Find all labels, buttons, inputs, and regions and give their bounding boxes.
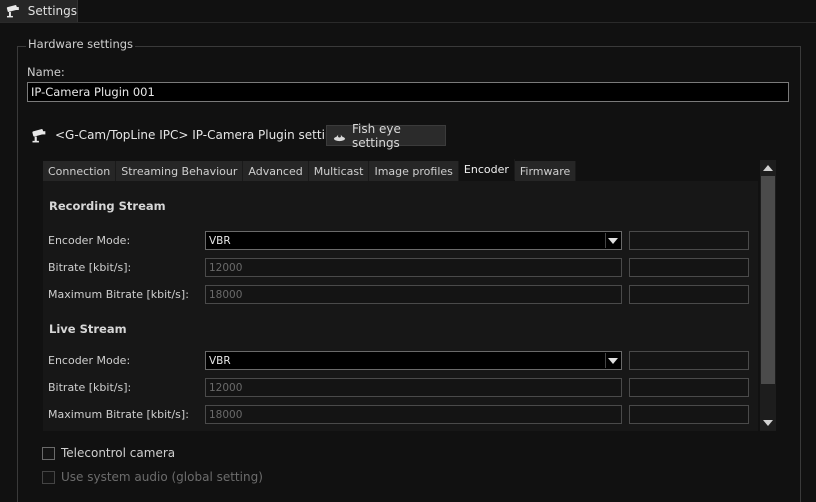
- live-encoder-mode-extra-field[interactable]: [629, 351, 749, 370]
- tab-encoder[interactable]: Encoder: [458, 159, 515, 180]
- recording-bitrate-input[interactable]: 12000: [205, 258, 622, 277]
- name-label: Name:: [27, 65, 65, 79]
- name-input[interactable]: IP-Camera Plugin 001: [27, 82, 789, 102]
- encoder-scrollbar[interactable]: [760, 160, 776, 431]
- fisheye-camera-icon: [333, 134, 346, 141]
- chevron-down-icon: [608, 238, 618, 244]
- live-bitrate-label: Bitrate [kbit/s]:: [48, 381, 132, 394]
- recording-bitrate-label: Bitrate [kbit/s]:: [48, 261, 132, 274]
- live-max-bitrate-label: Maximum Bitrate [kbit/s]:: [48, 408, 189, 421]
- scroll-up-arrow-icon[interactable]: [763, 165, 773, 171]
- live-max-bitrate-input[interactable]: 18000: [205, 405, 622, 424]
- live-encoder-mode-label: Encoder Mode:: [48, 354, 131, 367]
- tab-streaming-behaviour[interactable]: Streaming Behaviour: [116, 161, 244, 181]
- system-audio-option: Use system audio (global setting): [42, 470, 263, 484]
- recording-encoder-mode-label: Encoder Mode:: [48, 234, 131, 247]
- hardware-settings-title: Hardware settings: [26, 37, 136, 51]
- live-max-bitrate-extra-field[interactable]: [629, 405, 749, 424]
- plugin-settings-tab-label: <G-Cam/TopLine IPC> IP-Camera Plugin set…: [55, 128, 347, 142]
- recording-max-bitrate-label: Maximum Bitrate [kbit/s]:: [48, 288, 189, 301]
- fisheye-settings-button[interactable]: Fish eye settings: [326, 122, 446, 150]
- scroll-down-arrow-icon[interactable]: [763, 420, 773, 426]
- live-encoder-mode-select[interactable]: VBR: [205, 351, 622, 370]
- live-bitrate-input[interactable]: 12000: [205, 378, 622, 397]
- security-camera-icon: [32, 128, 46, 142]
- telecontrol-camera-option[interactable]: Telecontrol camera: [42, 446, 175, 460]
- recording-encoder-mode-extra-field[interactable]: [629, 231, 749, 250]
- fisheye-settings-label: Fish eye settings: [351, 121, 401, 150]
- system-audio-checkbox: [42, 470, 55, 484]
- chevron-down-icon: [608, 358, 618, 364]
- recording-max-bitrate-input[interactable]: 18000: [205, 285, 622, 304]
- tab-multicast[interactable]: Multicast: [308, 161, 370, 181]
- tab-firmware[interactable]: Firmware: [514, 161, 577, 181]
- settings-tab-label: Settings: [27, 4, 77, 18]
- tab-divider: [0, 22, 816, 23]
- tab-connection[interactable]: Connection: [43, 161, 117, 181]
- recording-encoder-mode-select[interactable]: VBR: [205, 231, 622, 250]
- live-stream-title: Live Stream: [49, 322, 127, 336]
- tab-advanced[interactable]: Advanced: [243, 161, 309, 181]
- settings-tab[interactable]: Settings: [0, 0, 78, 22]
- recording-stream-title: Recording Stream: [49, 199, 166, 213]
- system-audio-label: Use system audio (global setting): [61, 470, 263, 484]
- recording-encoder-mode-value: VBR: [209, 234, 231, 247]
- recording-bitrate-extra-field[interactable]: [629, 258, 749, 277]
- plugin-subtabs: Connection Streaming Behaviour Advanced …: [43, 159, 577, 181]
- recording-max-bitrate-extra-field[interactable]: [629, 285, 749, 304]
- telecontrol-camera-label: Telecontrol camera: [61, 446, 176, 460]
- live-encoder-mode-value: VBR: [209, 354, 231, 367]
- telecontrol-camera-checkbox[interactable]: [42, 446, 55, 460]
- plugin-settings-tab[interactable]: <G-Cam/TopLine IPC> IP-Camera Plugin set…: [27, 124, 350, 146]
- scroll-thumb[interactable]: [761, 176, 775, 384]
- security-camera-icon: [6, 5, 19, 18]
- tab-image-profiles[interactable]: Image profiles: [369, 161, 459, 181]
- live-bitrate-extra-field[interactable]: [629, 378, 749, 397]
